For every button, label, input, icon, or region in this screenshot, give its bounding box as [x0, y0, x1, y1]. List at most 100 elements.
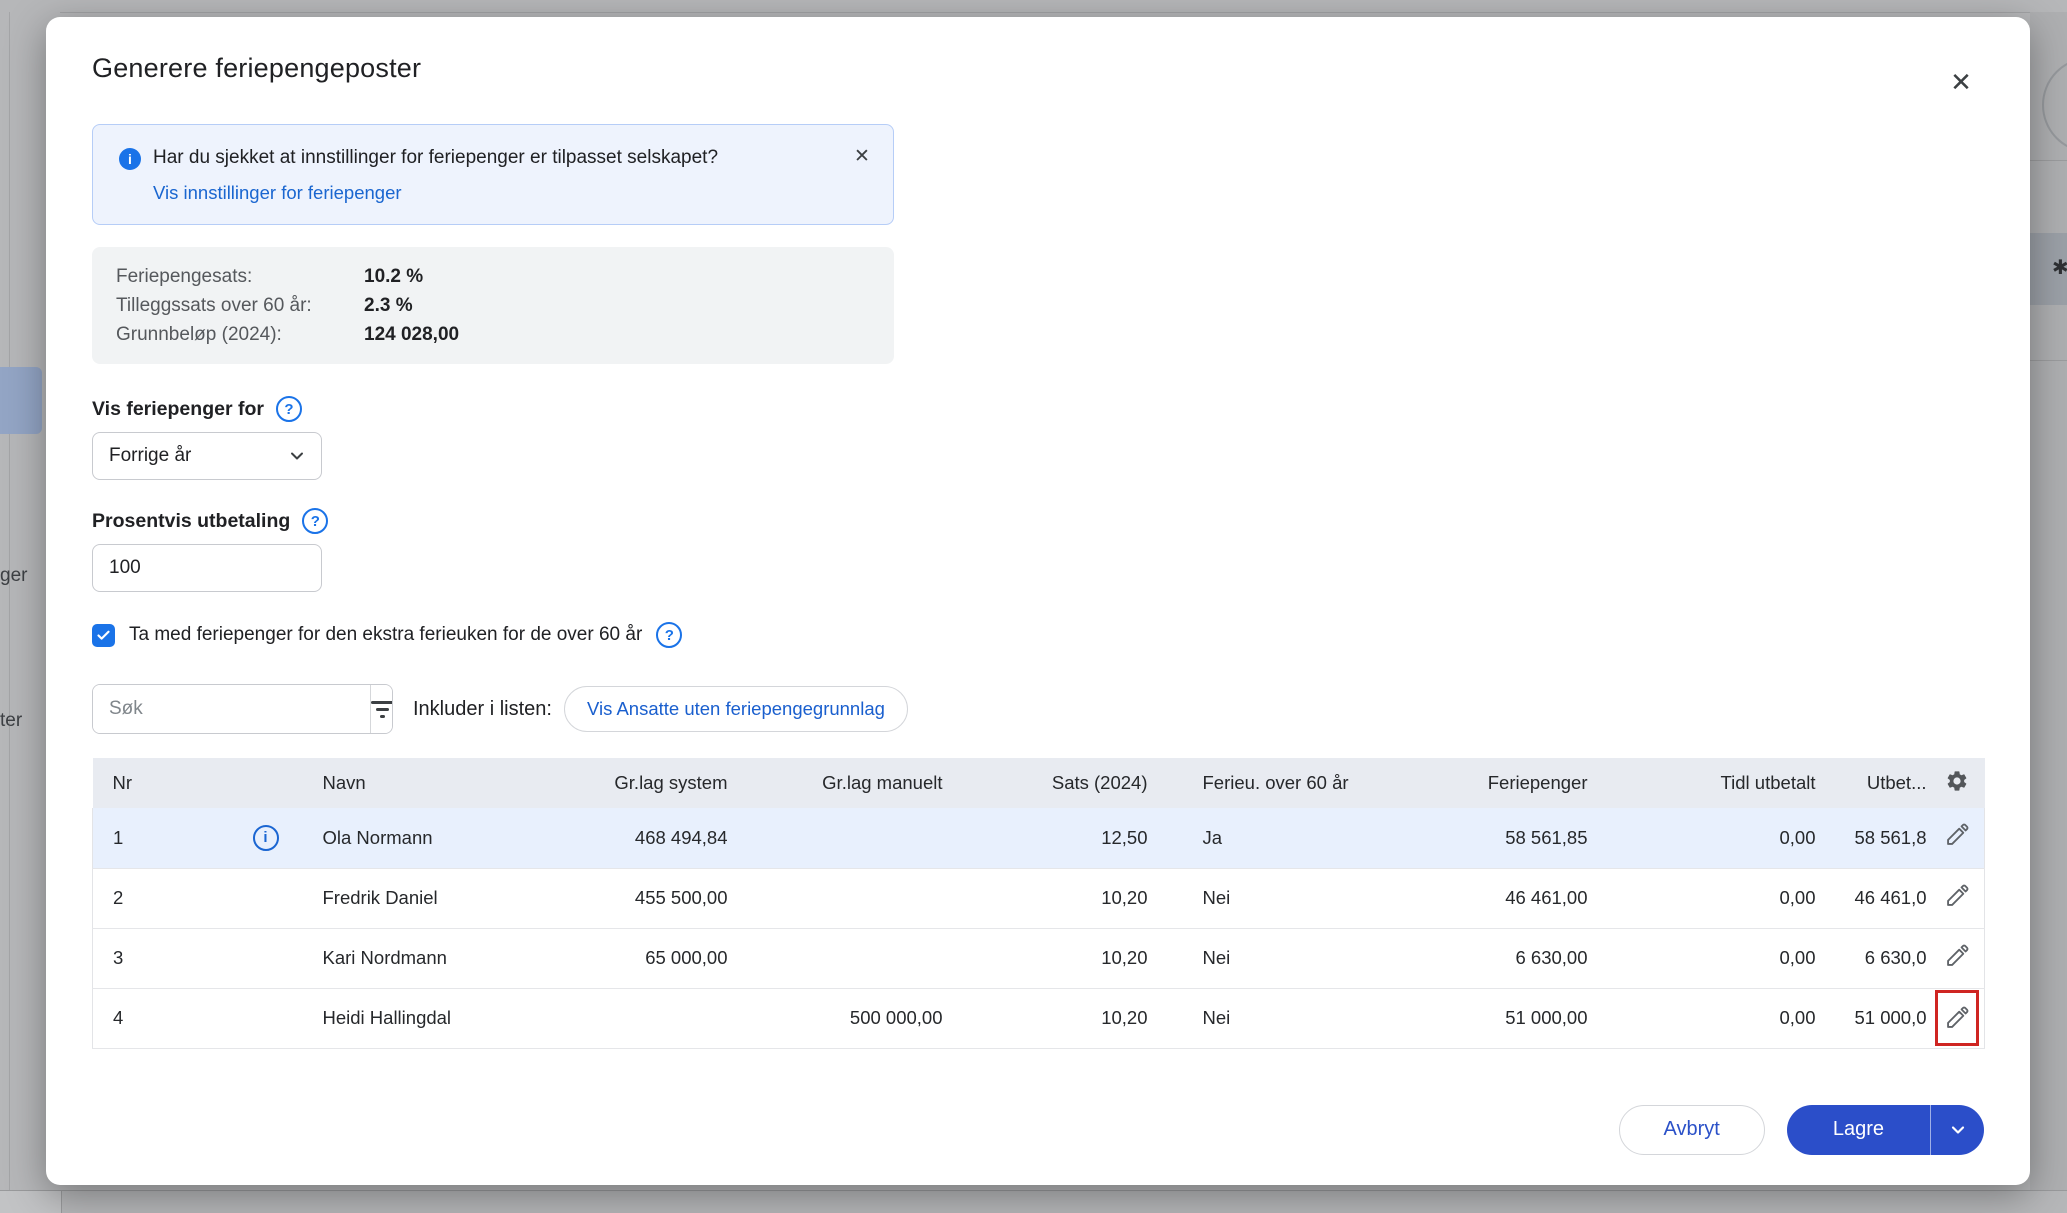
cell-grlag-system: 455 500,00 [498, 868, 748, 928]
summary-value: 10.2 % [364, 262, 870, 291]
cell-info: i [233, 808, 303, 868]
cancel-button[interactable]: Avbryt [1619, 1105, 1765, 1155]
cell-navn: Ola Normann [303, 808, 498, 868]
cell-info [233, 868, 303, 928]
cell-info [233, 928, 303, 988]
row-info-icon[interactable]: i [253, 825, 279, 851]
cell-nr: 2 [93, 868, 233, 928]
cell-info [233, 988, 303, 1048]
backdrop-divider [2030, 160, 2067, 161]
help-icon[interactable]: ? [656, 622, 682, 648]
table-row[interactable]: 1 i Ola Normann 468 494,84 12,50 Ja 58 5… [93, 808, 1985, 868]
backdrop-right-strip [2030, 12, 2067, 1190]
cell-ferieu: Nei [1168, 868, 1408, 928]
screen: ger ter ✱ Generere feriepengeposter ✕ i … [0, 0, 2067, 1213]
cell-sats: 10,20 [963, 988, 1168, 1048]
over60-checkbox[interactable] [92, 624, 115, 647]
cell-ferieu: Ja [1168, 808, 1408, 868]
col-header-utbet: Utbet... [1836, 758, 1930, 808]
backdrop-divider [0, 1190, 2067, 1191]
cell-sats: 10,20 [963, 868, 1168, 928]
banner-close-icon[interactable]: ✕ [849, 143, 875, 169]
include-in-list-label: Inkluder i listen: [413, 698, 552, 721]
info-icon: i [119, 148, 141, 170]
holiday-pay-table: Nr Navn Gr.lag system Gr.lag manuelt Sat… [92, 758, 1985, 1049]
chevron-down-icon [287, 446, 307, 466]
cell-grlag-system: 468 494,84 [498, 808, 748, 868]
cell-grlag-manuelt: 500 000,00 [748, 988, 963, 1048]
cell-grlag-system: 65 000,00 [498, 928, 748, 988]
edit-pencil-icon[interactable] [1944, 883, 1970, 909]
summary-label: Feriepengesats: [116, 262, 364, 291]
highlighted-action-box [1935, 990, 1979, 1046]
help-icon[interactable]: ? [276, 396, 302, 422]
backdrop-divider [60, 12, 2067, 13]
filter-button[interactable] [370, 685, 393, 733]
dialog-title: Generere feriepengeposter [92, 53, 1984, 84]
edit-pencil-icon[interactable] [1944, 943, 1970, 969]
show-settings-link[interactable]: Vis innstillinger for feriepenger [153, 182, 402, 204]
percent-payout-input[interactable] [92, 544, 322, 592]
cell-grlag-manuelt [748, 928, 963, 988]
backdrop-partial-icon: ✱ [2052, 255, 2067, 277]
generate-holiday-pay-dialog: Generere feriepengeposter ✕ i Har du sje… [46, 17, 2030, 1185]
cell-nr: 4 [93, 988, 233, 1048]
cell-actions [1930, 808, 1985, 868]
percent-payout-label: Prosentvis utbetaling [92, 510, 290, 533]
cell-utbet: 46 461,0 [1836, 868, 1930, 928]
show-employees-without-basis-button[interactable]: Vis Ansatte uten feriepengegrunnlag [564, 686, 908, 732]
cell-sats: 12,50 [963, 808, 1168, 868]
col-header-sats: Sats (2024) [963, 758, 1168, 808]
help-icon[interactable]: ? [302, 508, 328, 534]
show-for-label: Vis feriepenger for [92, 398, 264, 421]
rates-summary-box: Feriepengesats: 10.2 % Tilleggssats over… [92, 247, 894, 364]
cell-grlag-manuelt [748, 868, 963, 928]
cell-sats: 10,20 [963, 928, 1168, 988]
save-split-button: Lagre [1787, 1105, 1984, 1155]
search-box [92, 684, 393, 734]
cell-nr: 1 [93, 808, 233, 868]
table-header-row: Nr Navn Gr.lag system Gr.lag manuelt Sat… [93, 758, 1985, 808]
chevron-down-icon [1948, 1120, 1968, 1140]
backdrop-sidebar-divider [9, 12, 10, 1190]
cell-actions [1930, 988, 1985, 1048]
banner-message: Har du sjekket at innstillinger for feri… [153, 147, 758, 169]
col-header-grlag-manuelt: Gr.lag manuelt [748, 758, 963, 808]
table-row[interactable]: 4 Heidi Hallingdal 500 000,00 10,20 Nei … [93, 988, 1985, 1048]
summary-label: Tilleggssats over 60 år: [116, 291, 364, 320]
table-row[interactable]: 2 Fredrik Daniel 455 500,00 10,20 Nei 46… [93, 868, 1985, 928]
edit-pencil-icon[interactable] [1944, 1005, 1970, 1031]
save-dropdown-button[interactable] [1930, 1105, 1984, 1155]
edit-pencil-icon[interactable] [1944, 822, 1970, 848]
settings-info-banner: i Har du sjekket at innstillinger for fe… [92, 124, 894, 225]
table-settings-gear-icon[interactable] [1945, 769, 1969, 793]
col-header-nr: Nr [93, 758, 233, 808]
cell-utbet: 58 561,8 [1836, 808, 1930, 868]
dialog-close-button[interactable]: ✕ [1944, 65, 1978, 99]
cell-tidl-utbetalt: 0,00 [1608, 808, 1836, 868]
period-select[interactable]: Forrige år [92, 432, 322, 480]
backdrop-sidebar-text-fragment: ter [0, 710, 22, 732]
cell-grlag-manuelt [748, 808, 963, 868]
cell-utbet: 6 630,0 [1836, 928, 1930, 988]
col-header-navn: Navn [303, 758, 498, 808]
cell-tidl-utbetalt: 0,00 [1608, 868, 1836, 928]
cell-grlag-system [498, 988, 748, 1048]
backdrop-bottom-left-panel [0, 1191, 62, 1213]
cell-utbet: 51 000,0 [1836, 988, 1930, 1048]
table-row[interactable]: 3 Kari Nordmann 65 000,00 10,20 Nei 6 63… [93, 928, 1985, 988]
cell-navn: Heidi Hallingdal [303, 988, 498, 1048]
save-button[interactable]: Lagre [1787, 1105, 1930, 1155]
cell-tidl-utbetalt: 0,00 [1608, 988, 1836, 1048]
cell-navn: Fredrik Daniel [303, 868, 498, 928]
col-header-info [233, 758, 303, 808]
period-select-value: Forrige år [109, 445, 191, 467]
cell-actions [1930, 928, 1985, 988]
cell-actions [1930, 868, 1985, 928]
cell-feriepenger: 51 000,00 [1408, 988, 1608, 1048]
col-header-feriepenger: Feriepenger [1408, 758, 1608, 808]
search-input[interactable] [93, 685, 370, 733]
cell-ferieu: Nei [1168, 988, 1408, 1048]
over60-checkbox-label: Ta med feriepenger for den ekstra ferieu… [129, 624, 642, 646]
cell-nr: 3 [93, 928, 233, 988]
